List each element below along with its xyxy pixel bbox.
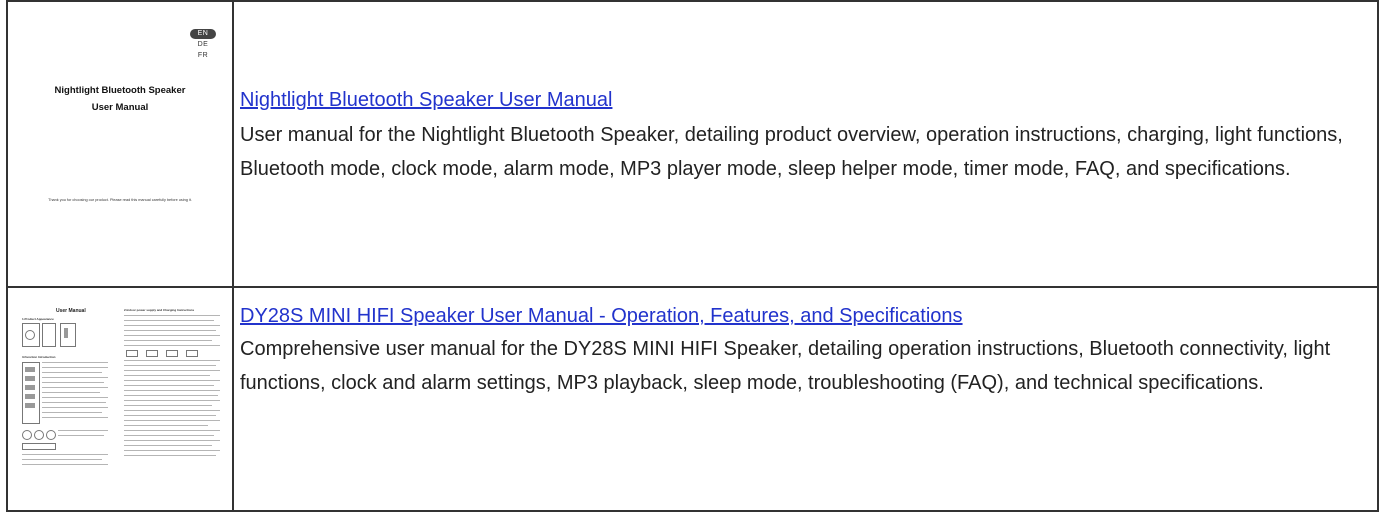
- indicator-icon: [22, 430, 32, 440]
- cover-title-line-1: Nightlight Bluetooth Speaker: [54, 85, 186, 96]
- results-table: EN DE FR Nightlight Bluetooth Speaker Us…: [6, 0, 1379, 512]
- result-title-link[interactable]: DY28S MINI HIFI Speaker User Manual - Op…: [240, 304, 1377, 328]
- text-line: [124, 435, 214, 436]
- button-icon: [25, 385, 35, 390]
- text-line: [22, 459, 102, 460]
- text-line: [124, 430, 220, 431]
- section-label-function: 3.Function Introduction: [22, 355, 56, 359]
- speaker-port-drawing: [64, 328, 68, 338]
- button-icon: [25, 367, 35, 372]
- page-title: User Manual: [56, 308, 86, 314]
- table-row: EN DE FR Nightlight Bluetooth Speaker Us…: [6, 0, 1379, 288]
- text-line: [42, 377, 108, 378]
- mode-icon: [186, 350, 198, 357]
- text-line: [124, 415, 216, 416]
- text-line: [124, 370, 220, 371]
- text-line: [124, 320, 214, 321]
- cover-note: Thank you for choosing our product. Plea…: [48, 198, 192, 202]
- text-line: [42, 412, 102, 413]
- text-line: [42, 402, 106, 403]
- text-line: [124, 325, 220, 326]
- mode-icon: [126, 350, 138, 357]
- text-line: [42, 387, 108, 388]
- text-line: [58, 435, 104, 436]
- text-cell: Nightlight Bluetooth Speaker User Manual…: [232, 0, 1379, 288]
- text-line: [124, 390, 220, 391]
- result-description: User manual for the Nightlight Bluetooth…: [240, 124, 1343, 180]
- language-en: EN: [190, 29, 216, 39]
- text-line: [42, 382, 104, 383]
- speaker-side-drawing: [42, 323, 56, 347]
- text-line: [124, 345, 220, 346]
- language-fr: FR: [197, 52, 209, 59]
- cover-title: Nightlight Bluetooth Speaker User Manual: [8, 82, 232, 116]
- result-description: Comprehensive user manual for the DY28S …: [240, 338, 1331, 394]
- thumbnail-cell: EN DE FR Nightlight Bluetooth Speaker Us…: [6, 0, 234, 288]
- text-line: [124, 400, 220, 401]
- label-bar-drawing: [22, 443, 56, 450]
- text-line: [124, 405, 212, 406]
- button-icon: [25, 376, 35, 381]
- speaker-grille-drawing: [25, 330, 35, 340]
- text-line: [42, 417, 108, 418]
- language-de: DE: [197, 41, 209, 48]
- text-line: [124, 330, 216, 331]
- text-line: [124, 360, 220, 361]
- speaker-back-drawing: [60, 323, 76, 347]
- table-row: User Manual 1.Product Appearance 2.Indoo…: [6, 286, 1379, 512]
- text-line: [124, 335, 220, 336]
- indicator-icon: [46, 430, 56, 440]
- language-list: EN DE FR: [190, 29, 216, 61]
- text-line: [124, 340, 212, 341]
- manual-cover-thumbnail[interactable]: EN DE FR Nightlight Bluetooth Speaker Us…: [8, 2, 232, 286]
- text-line: [124, 365, 216, 366]
- text-line: [42, 362, 108, 363]
- text-line: [124, 455, 216, 456]
- text-line: [124, 315, 220, 316]
- text-line: [124, 410, 220, 411]
- text-line: [124, 445, 212, 446]
- text-line: [124, 440, 220, 441]
- section-label-appearance: 1.Product Appearance: [22, 317, 54, 321]
- mode-icon: [146, 350, 158, 357]
- section-label-charging: 2.Indoor power supply and Charging Instr…: [124, 308, 195, 312]
- text-cell: DY28S MINI HIFI Speaker User Manual - Op…: [232, 286, 1379, 512]
- text-line: [42, 407, 108, 408]
- thumbnail-cell: User Manual 1.Product Appearance 2.Indoo…: [6, 286, 234, 512]
- text-line: [42, 372, 102, 373]
- text-line: [124, 450, 220, 451]
- text-line: [42, 367, 108, 368]
- text-line: [124, 375, 210, 376]
- text-line: [124, 420, 220, 421]
- indicator-icon: [34, 430, 44, 440]
- cover-title-line-2: User Manual: [91, 102, 149, 113]
- manual-page-thumbnail[interactable]: User Manual 1.Product Appearance 2.Indoo…: [8, 288, 232, 510]
- result-title-link[interactable]: Nightlight Bluetooth Speaker User Manual: [240, 88, 1377, 112]
- text-line: [124, 385, 214, 386]
- text-line: [22, 454, 108, 455]
- text-line: [124, 425, 208, 426]
- button-icon: [25, 403, 35, 408]
- text-line: [58, 430, 108, 431]
- text-line: [42, 392, 100, 393]
- mode-icon: [166, 350, 178, 357]
- text-line: [124, 380, 220, 381]
- text-line: [22, 464, 108, 465]
- button-icon: [25, 394, 35, 399]
- text-line: [124, 395, 218, 396]
- text-line: [42, 397, 108, 398]
